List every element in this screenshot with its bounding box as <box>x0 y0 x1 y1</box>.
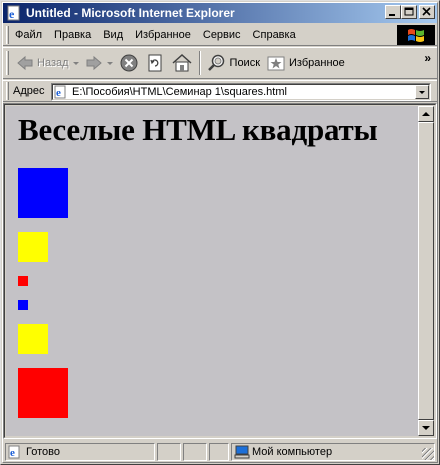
address-input[interactable]: e E:\Пособия\HTML\Семинар 1\squares.html <box>51 83 431 101</box>
toolbar-more-chevron[interactable]: » <box>424 51 431 65</box>
back-dropdown-icon[interactable] <box>72 61 79 65</box>
square-6 <box>18 368 68 418</box>
title-bar[interactable]: e Untitled - Microsoft Internet Explorer <box>3 3 437 23</box>
square-4 <box>18 300 28 310</box>
status-text: Готово <box>26 446 60 458</box>
window-title: Untitled - Microsoft Internet Explorer <box>26 6 235 20</box>
address-dropdown-button[interactable] <box>415 85 429 99</box>
menu-tools[interactable]: Сервис <box>197 25 247 45</box>
square-5 <box>18 324 48 354</box>
address-label: Адрес <box>13 85 45 97</box>
menu-bar: Файл Правка Вид Избранное Сервис Справка <box>3 24 437 46</box>
page-heading: Веселые HTML квадраты <box>18 112 378 147</box>
stop-icon <box>120 54 138 72</box>
standard-toolbar: Назад Поиск Избранное » <box>3 47 437 79</box>
minimize-button[interactable] <box>385 5 401 19</box>
menu-help[interactable]: Справка <box>247 25 302 45</box>
svg-text:e: e <box>10 447 15 459</box>
search-button[interactable]: Поиск <box>204 50 263 76</box>
scroll-down-button[interactable] <box>418 420 434 436</box>
square-1 <box>18 168 68 218</box>
maximize-button[interactable] <box>401 5 417 19</box>
windows-logo-icon <box>397 25 435 45</box>
refresh-icon <box>148 54 162 72</box>
toolbar-separator <box>198 51 201 75</box>
status-panel-zone: Мой компьютер <box>231 443 435 461</box>
svg-text:e: e <box>56 87 61 99</box>
toolbar-grip[interactable] <box>6 51 9 75</box>
menu-view[interactable]: Вид <box>97 25 129 45</box>
home-button[interactable] <box>168 50 196 76</box>
svg-text:e: e <box>9 7 15 21</box>
content-frame: Веселые HTML квадраты <box>3 103 437 439</box>
maximize-icon <box>404 7 414 16</box>
menu-edit[interactable]: Правка <box>48 25 97 45</box>
search-label: Поиск <box>229 57 261 69</box>
forward-button[interactable] <box>82 50 116 76</box>
close-button[interactable] <box>419 5 435 19</box>
favorites-button[interactable]: Избранное <box>263 50 348 76</box>
back-arrow-icon <box>17 55 33 71</box>
vertical-scrollbar[interactable] <box>418 106 434 436</box>
forward-arrow-icon <box>86 55 102 71</box>
back-button[interactable]: Назад <box>13 50 82 76</box>
search-icon <box>207 54 224 71</box>
address-bar: Адрес e E:\Пособия\HTML\Семинар 1\square… <box>3 80 437 102</box>
close-icon <box>422 7 431 16</box>
favorites-label: Избранное <box>289 57 345 69</box>
status-panel-main: e Готово <box>5 443 155 461</box>
home-icon <box>172 53 192 72</box>
page-icon: e <box>54 85 68 99</box>
status-panel-progress <box>157 443 181 461</box>
square-3 <box>18 276 28 286</box>
resize-grip[interactable] <box>422 448 434 460</box>
forward-dropdown-icon[interactable] <box>106 61 113 65</box>
done-page-icon: e <box>8 445 22 459</box>
scroll-up-button[interactable] <box>418 106 434 122</box>
status-panel-extra <box>209 443 229 461</box>
favorites-icon <box>267 56 285 71</box>
refresh-button[interactable] <box>142 50 168 76</box>
page-viewport: Веселые HTML квадраты <box>6 106 419 436</box>
address-grip[interactable] <box>6 82 9 100</box>
window-controls <box>385 5 435 19</box>
menu-favorites[interactable]: Избранное <box>129 25 197 45</box>
ie-page-icon: e <box>6 5 22 21</box>
back-label: Назад <box>37 57 69 69</box>
stop-button[interactable] <box>116 50 142 76</box>
my-computer-icon <box>234 445 250 459</box>
address-value: E:\Пособия\HTML\Семинар 1\squares.html <box>72 86 287 98</box>
scroll-thumb[interactable] <box>418 122 434 420</box>
security-zone-text: Мой компьютер <box>252 446 333 458</box>
browser-window: e Untitled - Microsoft Internet Explorer… <box>0 0 440 465</box>
menu-file[interactable]: Файл <box>9 25 48 45</box>
status-panel-secure <box>183 443 207 461</box>
square-2 <box>18 232 48 262</box>
status-bar: e Готово Мой компьютер <box>3 442 437 462</box>
minimize-icon <box>389 14 395 16</box>
